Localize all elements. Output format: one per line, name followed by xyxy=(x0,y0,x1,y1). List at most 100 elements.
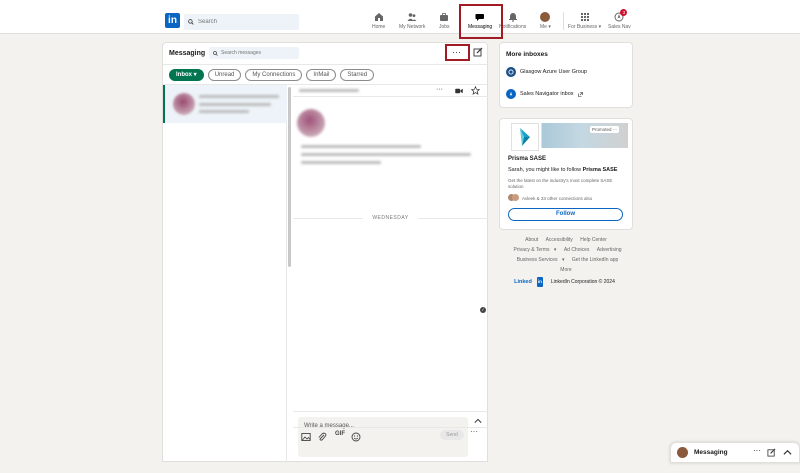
ad-company-name[interactable]: Prisma SASE xyxy=(508,156,546,162)
filter-inbox[interactable]: Inbox ▾ xyxy=(169,68,204,81)
dock-title: Messaging xyxy=(694,449,728,456)
nav-label: Jobs xyxy=(439,24,450,30)
footer-link-help-center[interactable]: Help Center xyxy=(580,237,607,243)
messaging-dock[interactable]: Messaging ··· xyxy=(670,442,800,463)
list-scrollbar[interactable] xyxy=(288,87,291,267)
chevron-up-icon[interactable] xyxy=(783,448,792,457)
nav-label: Home xyxy=(372,24,386,30)
ad-card: Promoted ··· Prisma SASE Sarah, you migh… xyxy=(499,118,633,230)
bell-icon xyxy=(508,12,518,22)
sales-nav-icon: 3 xyxy=(614,9,628,22)
emoji-icon[interactable] xyxy=(351,432,361,442)
conversation-list xyxy=(163,85,287,463)
footer-link-get-app[interactable]: Get the LinkedIn app xyxy=(572,257,618,263)
redacted-name xyxy=(299,89,359,92)
connections-text: Avleek & 33 other connections also xyxy=(522,195,593,201)
thread-header: ··· xyxy=(293,85,488,97)
footer-row: More xyxy=(499,265,633,275)
message-search-input[interactable] xyxy=(221,50,291,56)
footer-link-about[interactable]: About xyxy=(525,237,538,243)
gif-button[interactable]: GIF xyxy=(335,431,345,437)
filter-my-connections[interactable]: My Connections xyxy=(245,68,303,81)
conversation-item[interactable] xyxy=(163,85,287,123)
video-icon[interactable] xyxy=(455,88,463,94)
attachment-icon[interactable] xyxy=(317,432,327,442)
search-icon xyxy=(213,50,218,56)
send-button[interactable]: Send xyxy=(440,430,464,440)
linkedin-logo[interactable]: in xyxy=(165,13,180,28)
compose-icon[interactable] xyxy=(767,448,776,457)
redacted-preview xyxy=(199,103,271,106)
prisma-logo[interactable] xyxy=(511,123,539,151)
ad-headline-brand: Prisma SASE xyxy=(582,167,618,173)
global-search[interactable] xyxy=(184,14,299,30)
message-thread: ··· WEDNESDAY ✓ Write a message... xyxy=(293,85,488,463)
ad-headline-text: Sarah, you might like to follow xyxy=(508,167,583,173)
nav-divider xyxy=(563,12,564,30)
filter-label: Inbox xyxy=(176,71,192,78)
footer-link-privacy[interactable]: Privacy & Terms ▾ xyxy=(510,247,556,253)
footer-link-accessibility[interactable]: Accessibility xyxy=(546,237,573,243)
filter-unread[interactable]: Unread xyxy=(207,68,242,81)
read-receipt-icon: ✓ xyxy=(480,307,486,313)
footer-brand: Linked in LinkedIn Corporation © 2024 xyxy=(499,277,633,287)
nav-notifications[interactable]: Notifications xyxy=(499,12,526,30)
send-options-button[interactable]: ··· xyxy=(470,428,478,436)
footer-link-advertising[interactable]: Advertising xyxy=(597,247,622,253)
inbox-sales-navigator[interactable]: Sales Navigator inbox xyxy=(506,89,583,99)
footer-link-more[interactable]: More xyxy=(560,267,571,273)
dock-more-button[interactable]: ··· xyxy=(753,447,762,457)
chevron-up-icon[interactable] xyxy=(474,418,482,424)
footer-row: Privacy & Terms ▾ Ad Choices Advertising xyxy=(499,245,633,255)
search-input[interactable] xyxy=(198,19,288,25)
home-icon xyxy=(374,12,384,22)
footer: About Accessibility Help Center Privacy … xyxy=(499,235,633,287)
network-icon xyxy=(407,12,417,22)
messaging-panel: Messaging ··· Inbox ▾ Unread My Connecti… xyxy=(162,42,488,463)
messaging-title: Messaging xyxy=(169,50,206,57)
footer-link-business-services[interactable]: Business Services ▾ xyxy=(514,257,565,263)
redacted-profile xyxy=(301,153,471,156)
ad-description: Get the latest on the industry's most co… xyxy=(508,178,613,189)
inbox-glasgow-azure[interactable]: Glasgow Azure User Group xyxy=(506,67,587,77)
inbox-label: Sales Navigator inbox xyxy=(520,91,574,97)
footer-link-text: Business Services xyxy=(516,257,558,263)
avatar xyxy=(540,12,551,22)
redacted-profile xyxy=(301,145,421,148)
search-icon xyxy=(188,19,194,25)
connection-avatars xyxy=(508,194,519,202)
day-divider: WEDNESDAY xyxy=(293,215,488,221)
footer-link-text: Privacy & Terms xyxy=(513,247,550,253)
filter-inmail[interactable]: InMail xyxy=(306,68,337,81)
copyright-text: LinkedIn Corporation © 2024 xyxy=(550,279,615,285)
briefcase-icon xyxy=(439,12,449,22)
follow-button[interactable]: Follow xyxy=(508,208,623,221)
inbox-label: Glasgow Azure User Group xyxy=(520,69,587,75)
nav-my-network[interactable]: My Network xyxy=(399,12,425,30)
footer-link-ad-choices[interactable]: Ad Choices xyxy=(564,247,590,253)
nav-me[interactable]: Me ▾ xyxy=(540,12,551,30)
notification-badge: 3 xyxy=(620,9,628,16)
ad-more-button[interactable]: ··· xyxy=(613,127,618,132)
messaging-header: Messaging ··· xyxy=(163,43,487,65)
nav-for-business[interactable]: For Business ▾ xyxy=(568,12,601,30)
compose-icon[interactable] xyxy=(473,47,483,57)
nav-label: Me xyxy=(540,24,547,30)
redacted-name xyxy=(199,95,279,98)
footer-row: About Accessibility Help Center xyxy=(499,235,633,245)
filter-starred[interactable]: Starred xyxy=(340,68,375,81)
redacted-profile xyxy=(301,161,381,164)
nav-jobs[interactable]: Jobs xyxy=(439,12,450,30)
nav-label: My Network xyxy=(399,24,426,30)
nav-sales-nav[interactable]: 3 Sales Nav xyxy=(608,9,631,30)
grid-icon xyxy=(580,12,590,22)
star-icon[interactable] xyxy=(471,86,480,95)
message-search[interactable] xyxy=(209,47,299,59)
promoted-label: Promoted ··· xyxy=(590,126,620,133)
redacted-preview xyxy=(199,110,249,113)
brand-word: Linked xyxy=(514,279,532,285)
thread-more-button[interactable]: ··· xyxy=(436,86,443,93)
image-icon[interactable] xyxy=(301,432,311,442)
external-link-icon xyxy=(577,91,583,97)
nav-home[interactable]: Home xyxy=(372,12,385,30)
